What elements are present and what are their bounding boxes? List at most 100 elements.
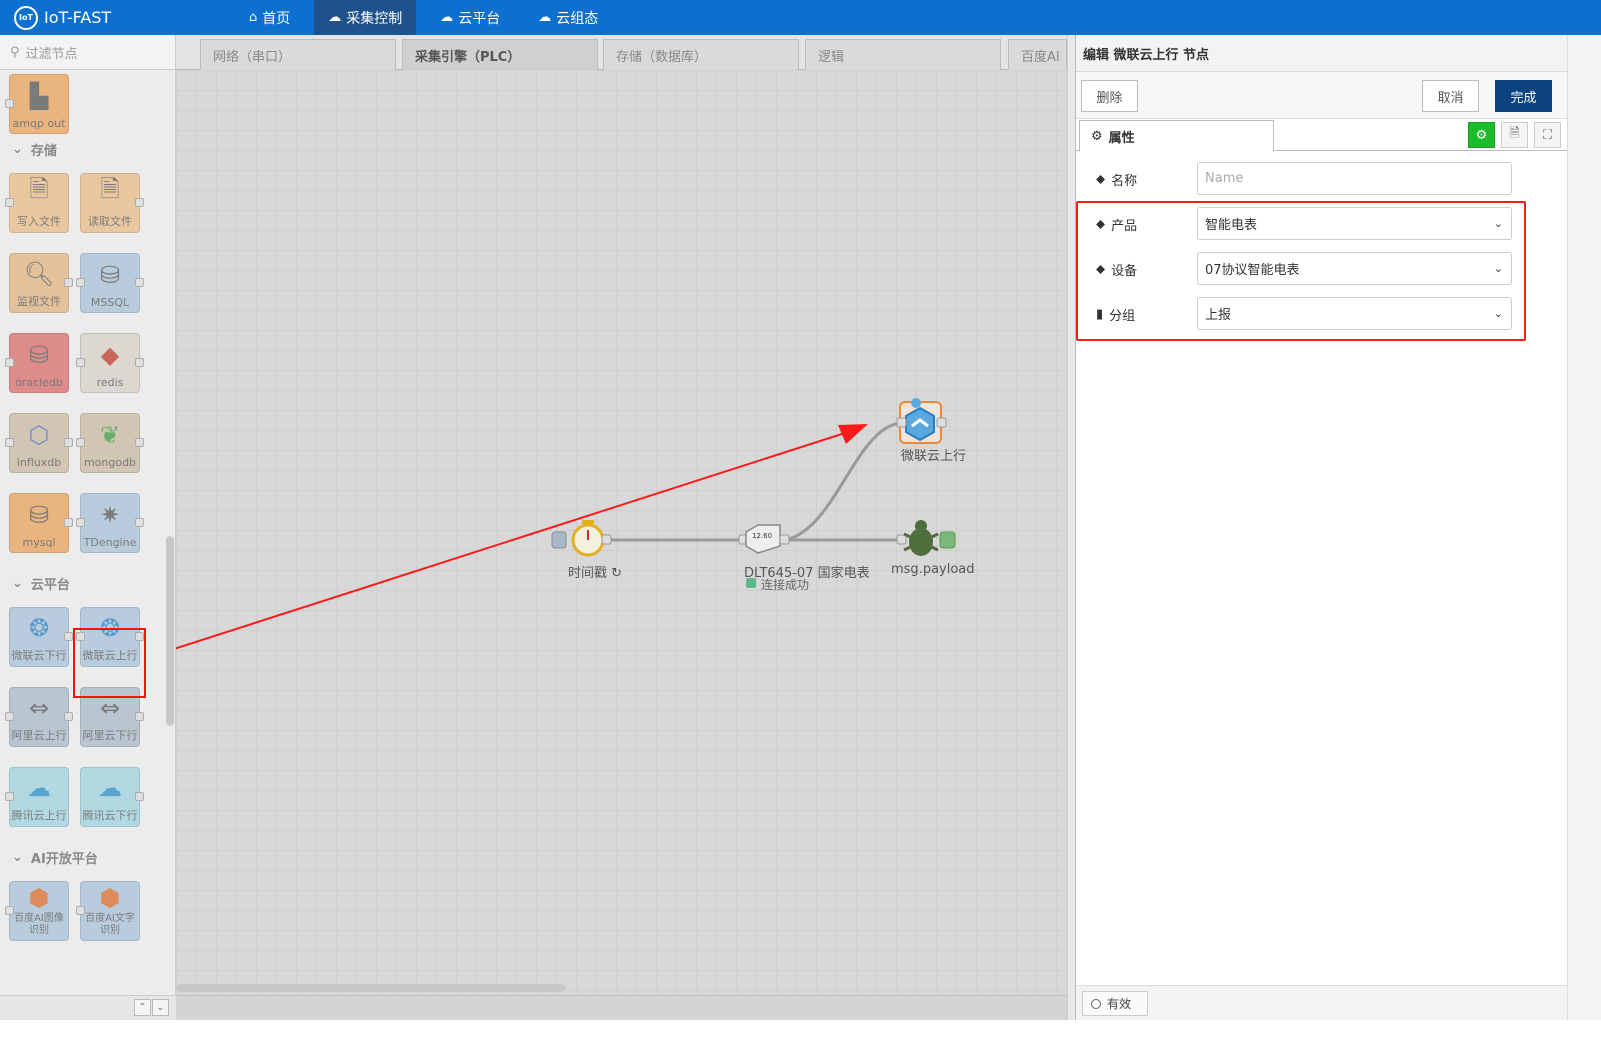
description-button[interactable]: 🗎 [1501,122,1528,148]
palette-node-mssql[interactable]: ⛁ MSSQL [76,253,144,313]
field-row-name: ⬥ 名称 [1076,162,1568,196]
right-sidebar-edge [1567,35,1601,1020]
output-port [64,712,73,721]
palette-category-cloud[interactable]: ⌄ 云平台 [0,566,175,600]
node-label: mysql [22,536,56,549]
tray-footer: 有效 [1076,985,1568,1020]
product-select[interactable]: 智能电表 ⌄ [1197,207,1512,240]
name-label: ⬥ 名称 [1096,170,1137,189]
flow-canvas[interactable]: 12.60 时间戳 ↻ DLT645-07 国家电表 连接成功 msg.payl… [176,70,1067,995]
panel-splitter[interactable] [1067,35,1075,1020]
palette-category-ai[interactable]: ⌄ AI开放平台 [0,840,175,874]
node-palette: ⚲ 过滤节点 ▙ amqp out ⌄ 存储 🗎 写入文件 🗎 读取文件 🔍︎ … [0,35,176,995]
tab-network-serial[interactable]: 网络（串口） [200,39,396,70]
nav-label-collection-control: 采集控制 [346,10,403,27]
chevron-down-icon: ⌄ [1493,262,1503,275]
palette-node-amqp-out[interactable]: ▙ amqp out [5,74,69,134]
enabled-toggle[interactable]: 有效 [1082,991,1148,1016]
tab-storage-db[interactable]: 存储（数据库） [603,39,799,70]
redis-icon: ◆ [100,341,120,369]
palette-node-mysql[interactable]: ⛁ mysql [9,493,73,553]
chevron-down-icon: ⌄ [12,849,23,865]
palette-filter[interactable]: ⚲ 过滤节点 [0,35,175,70]
palette-category-storage[interactable]: ⌄ 存储 [0,132,175,166]
output-port [135,438,144,447]
nav-label-home: 首页 [262,10,291,27]
palette-node-tx-down[interactable]: ☁ 腾讯云下行 [80,767,144,827]
node-label: oracledb [15,376,63,389]
nav-item-cloud-platform[interactable]: ☁ 云平台 [426,0,514,35]
output-port [64,278,73,287]
output-port [135,792,144,801]
tab-logic[interactable]: 逻辑 [805,39,1001,70]
settings-gear-button[interactable]: ⚙ [1468,122,1495,148]
palette-node-read-file[interactable]: 🗎 读取文件 [80,173,144,233]
frame-icon: ⛶ [1542,127,1553,143]
palette-node-watch-file[interactable]: 🔍︎ 监视文件 [9,253,73,313]
device-select[interactable]: 07协议智能电表 ⌄ [1197,252,1512,285]
field-row-device: ⬥ 设备 07协议智能电表 ⌄ [1076,252,1568,286]
cancel-button[interactable]: 取消 [1422,80,1479,112]
node-label: 监视文件 [17,295,61,308]
palette-node-influxdb[interactable]: ⬡ influxdb [5,413,73,473]
input-port [5,358,14,367]
tencent-cloud-icon: ☁ [98,773,122,802]
nav-item-home[interactable]: ⌂ 首页 [235,0,304,35]
palette-node-tx-up[interactable]: ☁ 腾讯云上行 [5,767,69,827]
flow-node-debug [896,520,956,556]
palette-node-baidu-image[interactable]: ⬢ 百度AI图像识别 [5,881,69,941]
node-label: 阿里云上行 [11,729,67,742]
collapse-down-icon[interactable]: ⌄ [152,999,169,1016]
node-label: amqp out [12,117,66,130]
palette-node-mongodb[interactable]: ❦ mongodb [76,413,144,473]
tab-engine-plc[interactable]: 采集引擎（PLC） [402,39,598,70]
tab-properties[interactable]: ⚙ 属性 [1079,120,1274,152]
node-label: 腾讯云下行 [82,809,138,822]
tray-toolbar: 删除 取消 完成 [1076,72,1567,119]
nav-item-collection-control[interactable]: ☁ 采集控制 [314,0,417,35]
palette-node-ali-up[interactable]: ⇔ 阿里云上行 [5,687,73,747]
palette-node-oracledb[interactable]: ⛁ oracledb [5,333,69,393]
palette-node-wl-down[interactable]: ❂ 微联云下行 [9,607,73,667]
database-icon: ⛁ [28,501,50,529]
input-port [76,278,85,287]
group-select[interactable]: 上报 ⌄ [1197,297,1512,330]
collapse-up-icon[interactable]: ⌃ [134,999,151,1016]
tray-tabs: ⚙ 属性 ⚙ 🗎 ⛶ [1076,119,1567,152]
name-input[interactable] [1197,162,1512,195]
search-icon: ⚲ [10,44,20,60]
delete-button[interactable]: 删除 [1081,80,1138,112]
tag-icon: ⬥ [1096,262,1106,277]
appearance-button[interactable]: ⛶ [1534,122,1561,148]
canvas-footer [176,995,1067,1020]
tray-title: 编辑 微联云上行 节点 [1076,35,1567,72]
brand[interactable]: IoT IoT-FAST [14,0,111,35]
palette-row: 🔍︎ 监视文件 ⛁ MSSQL [0,246,175,326]
name-label-text: 名称 [1111,174,1138,189]
node-label: 阿里云下行 [82,729,138,742]
palette-row: ⬢ 百度AI图像识别 ⬢ 百度AI文字识别 [0,874,175,954]
input-port [5,712,14,721]
output-port [135,358,144,367]
chevron-down-icon: ⌄ [1493,307,1503,320]
nav-item-cloud-scada[interactable]: ☁ 云组态 [524,0,612,35]
top-navigation-bar: IoT IoT-FAST ⌂ 首页 ☁ 采集控制 ☁ 云平台 ☁ 云组态 [0,0,1601,35]
palette-node-write-file[interactable]: 🗎 写入文件 [5,173,69,233]
node-label: 微联云下行 [11,649,67,662]
category-label: 存储 [30,143,57,159]
workspace-tabs: 网络（串口） 采集引擎（PLC） 存储（数据库） 逻辑 百度AI [176,35,1067,70]
palette-row: ▙ amqp out [0,70,175,134]
palette-footer: ⌃ ⌄ [0,995,176,1020]
canvas-horizontal-scrollbar[interactable] [176,984,566,992]
palette-row: ☁ 腾讯云上行 ☁ 腾讯云下行 [0,760,175,840]
palette-node-tdengine[interactable]: ✷ TDengine [76,493,144,553]
output-port [135,518,144,527]
palette-node-redis[interactable]: ◆ redis [76,333,144,393]
group-value: 上报 [1205,308,1232,323]
palette-node-baidu-text[interactable]: ⬢ 百度AI文字识别 [76,881,140,941]
tab-baidu-ai[interactable]: 百度AI [1008,39,1067,70]
device-label-text: 设备 [1111,264,1138,279]
done-button[interactable]: 完成 [1495,80,1552,112]
palette-scrollbar[interactable] [166,536,174,726]
home-icon: ⌂ [249,10,258,25]
